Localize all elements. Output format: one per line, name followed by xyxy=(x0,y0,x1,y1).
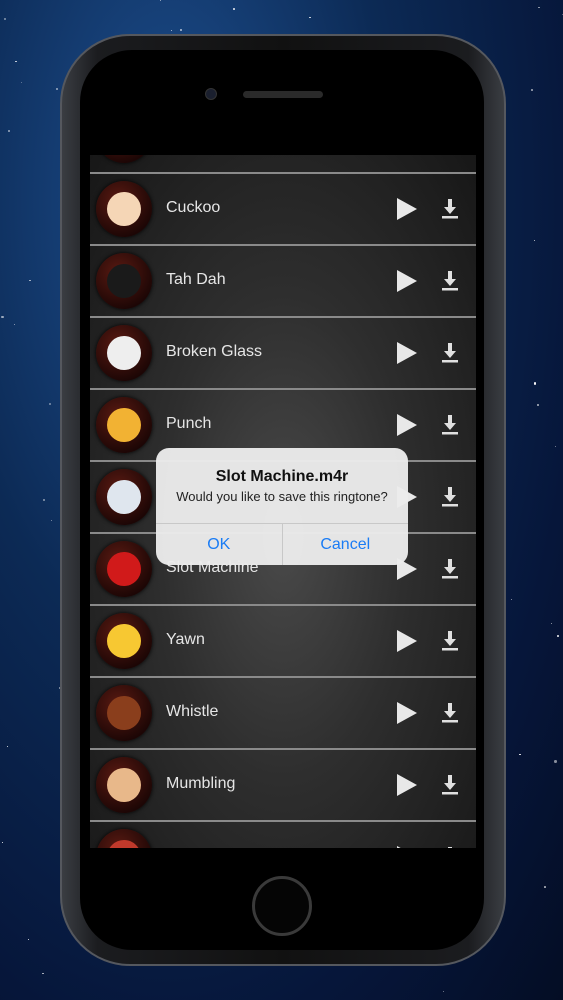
star xyxy=(538,7,540,9)
star xyxy=(159,0,162,2)
sleepy-face-icon xyxy=(96,613,152,669)
star xyxy=(50,519,53,522)
list-item[interactable]: Mumbling xyxy=(90,748,476,820)
clown-icon xyxy=(96,181,152,237)
star xyxy=(42,972,45,975)
download-icon[interactable] xyxy=(441,486,459,508)
star xyxy=(537,403,540,407)
download-icon[interactable] xyxy=(441,414,459,436)
star xyxy=(534,240,536,242)
play-icon[interactable] xyxy=(397,630,417,652)
football-icon xyxy=(96,685,152,741)
list-item[interactable]: Tah Dah xyxy=(90,244,476,316)
star xyxy=(171,29,173,31)
star xyxy=(28,939,30,941)
star xyxy=(233,8,236,11)
fist-icon xyxy=(96,397,152,453)
star xyxy=(48,403,51,406)
list-item[interactable] xyxy=(90,155,476,172)
list-item[interactable]: Broken Glass xyxy=(90,316,476,388)
old-man-icon xyxy=(96,757,152,813)
list-item[interactable]: Whistle xyxy=(90,676,476,748)
star xyxy=(8,129,11,133)
star xyxy=(519,753,521,756)
unknown-icon xyxy=(96,155,152,163)
download-icon[interactable] xyxy=(441,630,459,652)
star xyxy=(15,60,17,62)
unknown-icon xyxy=(96,829,152,848)
star xyxy=(511,599,513,601)
list-item[interactable]: Yawn xyxy=(90,604,476,676)
earpiece-speaker xyxy=(243,91,323,98)
star xyxy=(55,88,58,91)
star xyxy=(530,89,533,92)
star xyxy=(544,885,547,888)
ringtone-name: Punch xyxy=(166,415,212,432)
star xyxy=(13,323,16,326)
ok-button[interactable]: OK xyxy=(156,524,282,565)
star xyxy=(29,279,31,282)
front-camera xyxy=(205,88,217,100)
download-icon[interactable] xyxy=(441,342,459,364)
cancel-button[interactable]: Cancel xyxy=(281,524,409,565)
joystick-icon xyxy=(96,541,152,597)
play-icon[interactable] xyxy=(397,198,417,220)
star xyxy=(309,16,311,19)
download-icon[interactable] xyxy=(441,270,459,292)
ringtone-name: Mumbling xyxy=(166,775,236,792)
star xyxy=(554,760,557,763)
star xyxy=(443,991,444,992)
star xyxy=(21,81,23,83)
top-hat-icon xyxy=(96,253,152,309)
play-icon[interactable] xyxy=(397,702,417,724)
list-item[interactable]: Cuckoo xyxy=(90,172,476,244)
thunder-cloud-icon xyxy=(96,469,152,525)
star xyxy=(4,18,7,21)
play-icon[interactable] xyxy=(397,846,417,848)
download-icon[interactable] xyxy=(441,846,459,848)
ringtone-name: Broken Glass xyxy=(166,343,263,360)
star xyxy=(1,315,4,319)
alert-message: Would you like to save this ringtone? xyxy=(176,489,388,504)
ringtone-name: Cuckoo xyxy=(166,199,221,216)
download-icon[interactable] xyxy=(441,702,459,724)
star xyxy=(557,635,560,637)
download-icon[interactable] xyxy=(441,198,459,220)
star xyxy=(7,746,9,748)
play-icon[interactable] xyxy=(397,342,417,364)
star xyxy=(43,498,46,501)
ringtone-name: Whistle xyxy=(166,703,219,720)
ringtone-name: Yawn xyxy=(166,631,205,648)
play-icon[interactable] xyxy=(397,270,417,292)
download-icon[interactable] xyxy=(441,558,459,580)
play-icon[interactable] xyxy=(397,414,417,436)
glass-icon xyxy=(96,325,152,381)
star xyxy=(554,445,556,447)
star xyxy=(533,382,537,385)
ringtone-name: Tah Dah xyxy=(166,271,226,288)
list-item[interactable] xyxy=(90,820,476,848)
download-icon[interactable] xyxy=(441,774,459,796)
star xyxy=(180,28,183,32)
play-icon[interactable] xyxy=(397,774,417,796)
save-ringtone-alert: Slot Machine.m4r Would you like to save … xyxy=(156,448,408,565)
home-button[interactable] xyxy=(252,876,312,936)
star xyxy=(1,841,3,843)
star xyxy=(550,622,552,624)
alert-title: Slot Machine.m4r xyxy=(215,468,349,485)
